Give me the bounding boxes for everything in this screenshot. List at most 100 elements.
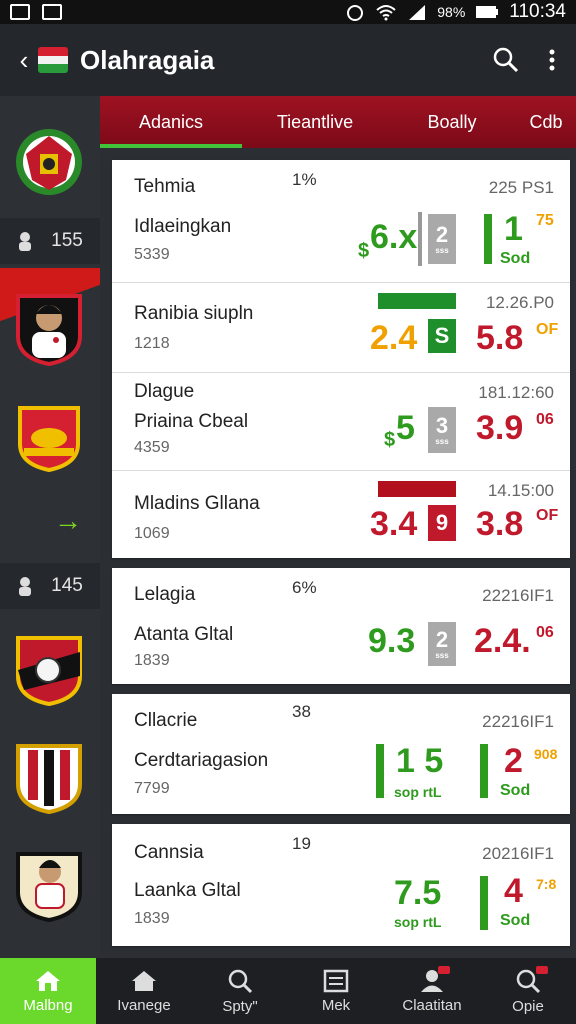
odd-away[interactable]: 2.4. xyxy=(474,622,531,661)
signal-icon xyxy=(409,5,426,20)
sidebar-count-1[interactable]: 155 xyxy=(0,218,100,264)
red-crest-logo[interactable] xyxy=(14,398,84,476)
back-arrow-icon[interactable]: ‹ xyxy=(10,45,38,76)
odd-sup: OF xyxy=(536,507,559,524)
odd-divider xyxy=(418,212,422,266)
odd-draw-sub: sss xyxy=(435,436,449,446)
nav-item-home[interactable]: Malbng xyxy=(0,958,96,1024)
match-card-2[interactable]: Lelagia 6% 22216IF1 Atanta Gltal 1839 9.… xyxy=(112,568,570,684)
odd-draw-value: 2 xyxy=(435,626,449,652)
match-id: 4359 xyxy=(134,439,170,456)
odd-home[interactable]: 7.5 xyxy=(394,874,441,913)
garuda-crest-logo[interactable] xyxy=(14,124,84,202)
team-name: Ranibia siupln xyxy=(134,303,254,324)
home-icon xyxy=(36,970,60,991)
odd-draw-box[interactable]: 9 xyxy=(428,505,456,541)
odd-draw-value: 3 xyxy=(435,412,449,438)
team-name: Laanka Gltal xyxy=(134,880,241,901)
odd-home[interactable]: 6.x xyxy=(370,218,417,257)
match-id: 1839 xyxy=(134,910,170,927)
search-icon xyxy=(228,969,253,993)
app-bar: ‹ Olahragaia xyxy=(0,24,576,96)
match-time: 12.26.P0 xyxy=(485,293,554,312)
odd-away[interactable]: 3.8 xyxy=(476,505,523,544)
match-row[interactable]: Tehmia 1% 225 PS1 Idlaeingkan 5339 $ 6.x… xyxy=(112,160,570,282)
odd-home[interactable]: 5 xyxy=(396,409,415,448)
player-shield-2-logo[interactable] xyxy=(14,846,84,924)
nav-label: Opie xyxy=(512,997,544,1015)
nav-item-opie[interactable]: Opie xyxy=(480,958,576,1024)
arrow-right-icon[interactable]: → xyxy=(54,505,82,537)
ball-shield-logo[interactable] xyxy=(14,630,84,708)
match-id: 7799 xyxy=(134,780,170,797)
odd-sup: OF xyxy=(536,321,559,338)
odd-away[interactable]: 1 xyxy=(504,210,523,249)
odd-draw-box[interactable]: 3 sss xyxy=(428,407,456,453)
match-card-3[interactable]: Cllacrie 38 22216IF1 Cerdtariagasion 779… xyxy=(112,694,570,814)
match-percent: 38 xyxy=(292,702,311,721)
odd-away[interactable]: 5.8 xyxy=(476,319,523,358)
clock: 110:34 xyxy=(509,1,566,22)
odd-draw-sub: sss xyxy=(435,245,449,255)
sidebar-count-2[interactable]: 145 xyxy=(0,563,100,609)
odd-draw-sub: sss xyxy=(435,650,449,660)
nav-item-ivanege[interactable]: Ivanege xyxy=(96,958,192,1024)
odd-away[interactable]: 2 xyxy=(504,742,523,781)
odd-draw-box[interactable]: 2 sss xyxy=(428,214,456,264)
sidebar-count-value: 145 xyxy=(51,575,83,596)
odd-draw-value: 2 xyxy=(435,221,449,247)
form-bar-red xyxy=(378,481,456,497)
odd-home[interactable]: 9.3 xyxy=(368,622,415,661)
nav-label: Claatitan xyxy=(402,996,462,1014)
tab-boally[interactable]: Boally xyxy=(388,112,516,133)
more-vert-icon[interactable] xyxy=(548,48,556,72)
match-id: 1839 xyxy=(134,652,170,669)
form-bar-green xyxy=(378,293,456,309)
nav-item-mek[interactable]: Mek xyxy=(288,958,384,1024)
odd-bar-green xyxy=(376,744,384,798)
match-time: 22216IF1 xyxy=(482,712,554,731)
match-row[interactable]: 12.26.P0 Ranibia siupln 1218 2.4 S 5.8 O… xyxy=(112,283,570,373)
odd-sub: Sod xyxy=(500,912,531,929)
nav-item-spty[interactable]: Spty" xyxy=(192,958,288,1024)
user-icon xyxy=(19,232,32,251)
odd-home[interactable]: 1 5 xyxy=(396,742,443,781)
striped-shield-logo[interactable] xyxy=(14,738,84,816)
house-icon xyxy=(132,970,156,991)
odd-home[interactable]: 2.4 xyxy=(370,319,417,358)
odd-home[interactable]: 3.4 xyxy=(370,505,417,544)
odd-draw-value: 9 xyxy=(435,510,449,535)
odd-draw-box[interactable]: 2 sss xyxy=(428,622,456,666)
player-shield-logo[interactable] xyxy=(14,288,84,366)
nav-label: Malbng xyxy=(23,996,73,1014)
tab-cdb[interactable]: Cdb xyxy=(516,112,576,133)
odd-prefix: $ xyxy=(384,429,396,451)
user-icon xyxy=(19,577,32,596)
nav-item-claatitan[interactable]: Claatitan xyxy=(384,958,480,1024)
search-icon[interactable] xyxy=(492,46,520,74)
notification-badge xyxy=(438,966,450,974)
match-row[interactable]: 14.15:00 Mladins Gllana 1069 3.4 9 3.8 O… xyxy=(112,471,570,557)
wifi-icon xyxy=(376,5,396,21)
nav-label: Mek xyxy=(321,996,351,1014)
match-row[interactable]: Dlague 181.12:60 Priaina Cbeal 4359 $ 5 … xyxy=(112,373,570,469)
odd-sub: sop rtL xyxy=(394,914,442,930)
odd-bar-green xyxy=(484,214,492,264)
match-time: 225 PS1 xyxy=(488,178,554,197)
match-card-4[interactable]: Cannsia 19 20216IF1 Laanka Gltal 1839 7.… xyxy=(112,824,570,946)
match-percent: 19 xyxy=(292,834,311,853)
match-time: 14.15:00 xyxy=(487,481,554,500)
odd-draw-value: S xyxy=(434,323,450,348)
odd-away[interactable]: 3.9 xyxy=(476,409,523,448)
odd-away[interactable]: 4 xyxy=(504,872,523,911)
sidebar-count-value: 155 xyxy=(51,230,83,251)
tab-tieantlive[interactable]: Tieantlive xyxy=(242,112,388,133)
tab-adanics[interactable]: Adanics xyxy=(100,112,242,133)
nav-label: Spty" xyxy=(222,997,258,1015)
odd-prefix: $ xyxy=(358,240,370,262)
league-name: Cannsia xyxy=(134,842,204,863)
notification-icon xyxy=(10,4,30,20)
team-name: Idlaeingkan xyxy=(134,216,232,237)
odd-draw-box[interactable]: S xyxy=(428,319,456,353)
league-name: Cllacrie xyxy=(134,710,198,731)
